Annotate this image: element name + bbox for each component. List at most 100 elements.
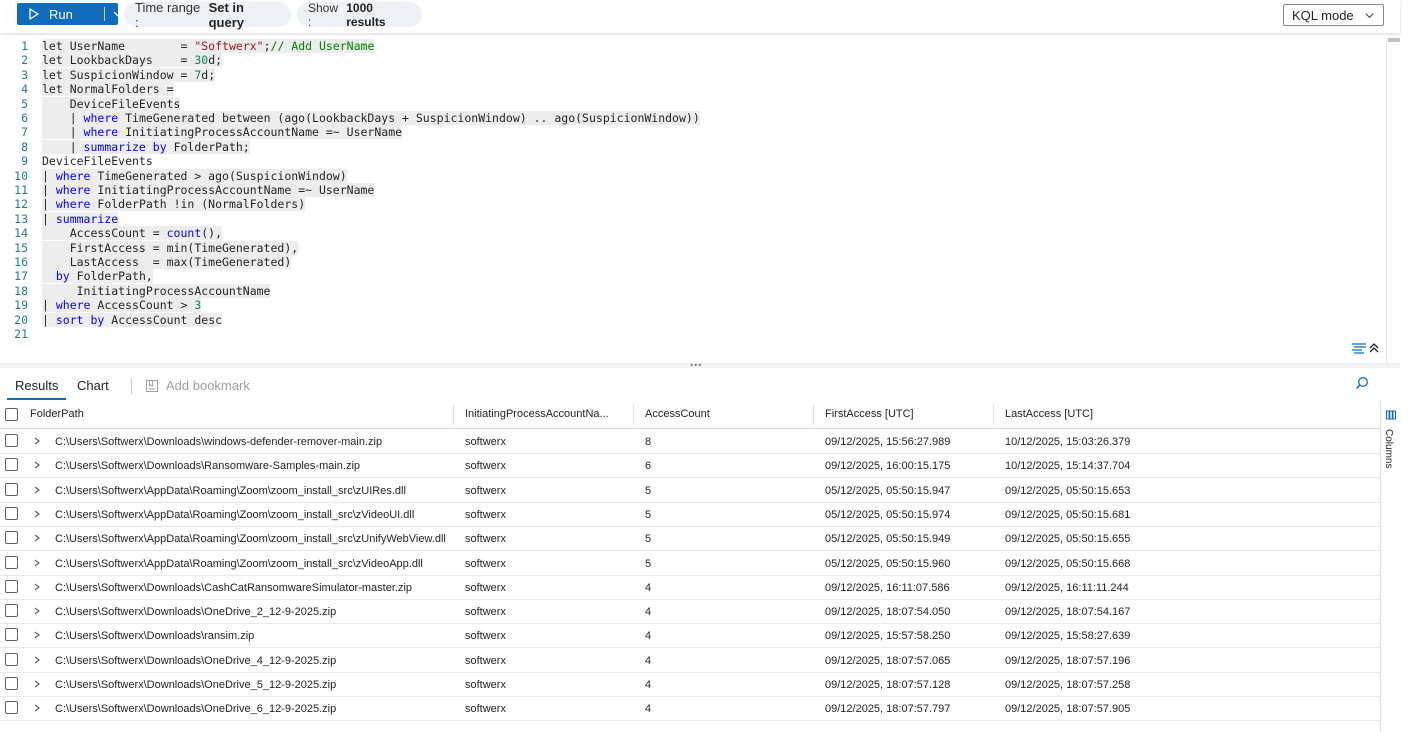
add-bookmark-button[interactable]: Add bookmark	[145, 378, 250, 393]
code-line[interactable]: 16 LastAccess = max(TimeGenerated)	[0, 255, 1386, 269]
chevron-right-icon[interactable]	[33, 533, 41, 543]
first-access-cell: 05/12/2025, 05:50:15.947	[825, 484, 951, 497]
table-row[interactable]: C:\Users\Softwerx\AppData\Roaming\Zoom\z…	[0, 527, 1380, 552]
code-text: | where FolderPath !in (NormalFolders)	[42, 197, 306, 212]
chevron-right-icon[interactable]	[33, 655, 41, 665]
chevron-right-icon[interactable]	[33, 558, 41, 568]
column-header-account[interactable]: InitiatingProcessAccountNa...	[465, 408, 609, 420]
code-line[interactable]: 9 DeviceFileEvents	[0, 154, 1386, 168]
table-row[interactable]: C:\Users\Softwerx\Downloads\OneDrive_5_1…	[0, 673, 1380, 697]
column-header-firstaccess[interactable]: FirstAccess [UTC]	[825, 408, 914, 420]
code-line[interactable]: 19 | where AccessCount > 3	[0, 298, 1386, 313]
code-token: |	[42, 139, 84, 154]
code-token: |	[42, 183, 56, 197]
chevron-right-icon[interactable]	[33, 460, 41, 470]
account-cell: softwerx	[465, 460, 506, 473]
column-header-lastaccess[interactable]: LastAccess [UTC]	[1005, 408, 1093, 420]
row-checkbox[interactable]	[5, 506, 18, 520]
column-resizer[interactable]	[813, 405, 814, 425]
row-checkbox[interactable]	[5, 434, 18, 447]
tab-results[interactable]: Results	[7, 378, 67, 400]
bookmark-icon	[146, 379, 158, 392]
chevron-right-icon[interactable]	[33, 582, 41, 592]
code-line[interactable]: 21	[0, 327, 1386, 341]
column-resizer[interactable]	[633, 405, 634, 425]
code-line[interactable]: 11 | where InitiatingProcessAccountName =…	[0, 183, 1386, 197]
chevron-right-icon[interactable]	[33, 679, 41, 689]
tab-chart[interactable]: Chart	[77, 378, 109, 393]
code-token: FirstAccess = min(TimeGenerated),	[42, 240, 299, 255]
editor-scrollbar[interactable]	[1386, 38, 1400, 363]
column-header-folderpath[interactable]: FolderPath	[30, 408, 84, 420]
code-line[interactable]: 12 | where FolderPath !in (NormalFolders)	[0, 197, 1386, 212]
column-resizer[interactable]	[453, 405, 454, 425]
code-line[interactable]: 2 let LookbackDays = 30d;	[0, 53, 1386, 68]
format-query-icon[interactable]	[1351, 342, 1367, 354]
chevron-right-icon[interactable]	[33, 606, 41, 616]
table-row[interactable]: C:\Users\Softwerx\Downloads\OneDrive_6_1…	[0, 697, 1380, 722]
result-limit-picker[interactable]: Show : 1000 results	[297, 1, 422, 29]
line-number: 6	[21, 111, 28, 125]
code-line[interactable]: 15 FirstAccess = min(TimeGenerated),	[0, 240, 1386, 255]
code-line[interactable]: 5 DeviceFileEvents	[0, 96, 1386, 111]
row-checkbox[interactable]	[5, 701, 18, 715]
code-line[interactable]: 14 AccessCount = count(),	[0, 226, 1386, 241]
table-row[interactable]: C:\Users\Softwerx\AppData\Roaming\Zoom\z…	[0, 479, 1380, 503]
code-token: AccessCount >	[90, 298, 195, 313]
table-row[interactable]: C:\Users\Softwerx\Downloads\OneDrive_2_1…	[0, 600, 1380, 625]
tab-divider	[131, 378, 132, 394]
table-row[interactable]: C:\Users\Softwerx\AppData\Roaming\Zoom\z…	[0, 503, 1380, 527]
code-line[interactable]: 7 | where InitiatingProcessAccountName =…	[0, 125, 1386, 140]
pane-splitter[interactable]: •••	[0, 360, 1400, 370]
row-checkbox[interactable]	[5, 652, 18, 666]
column-resizer[interactable]	[993, 405, 994, 425]
line-number: 17	[14, 269, 28, 284]
columns-icon	[1386, 410, 1396, 420]
query-mode-dropdown[interactable]: KQL mode	[1283, 4, 1384, 26]
results-grid: FolderPath InitiatingProcessAccountNa...…	[0, 401, 1380, 732]
table-row[interactable]: C:\Users\Softwerx\AppData\Roaming\Zoom\z…	[0, 552, 1380, 576]
row-checkbox[interactable]	[5, 458, 18, 472]
chevron-right-icon[interactable]	[33, 485, 41, 495]
row-checkbox[interactable]	[5, 579, 18, 593]
row-checkbox[interactable]	[5, 604, 18, 618]
code-line[interactable]: 17 by FolderPath,	[0, 269, 1386, 284]
code-line[interactable]: 4 let NormalFolders =	[0, 82, 1386, 97]
splitter-grip-icon[interactable]: •••	[690, 360, 702, 370]
chevron-right-icon[interactable]	[33, 509, 41, 519]
code-line[interactable]: 3 let SuspicionWindow = 7d;	[0, 67, 1386, 82]
select-all-checkbox[interactable]	[5, 408, 18, 421]
code-line[interactable]: 10 | where TimeGenerated > ago(SuspicionW…	[0, 168, 1386, 183]
row-checkbox[interactable]	[5, 531, 18, 545]
chevron-right-icon[interactable]	[33, 703, 41, 713]
row-checkbox[interactable]	[5, 677, 18, 690]
query-editor[interactable]: 1 let UserName = "Softwerx";// Add UserNa…	[0, 38, 1400, 363]
first-access-cell: 09/12/2025, 18:07:57.065	[825, 654, 951, 667]
code-line[interactable]: 13 | summarize	[0, 211, 1386, 226]
scrollbar-thumb[interactable]	[1388, 38, 1400, 42]
table-row[interactable]: C:\Users\Softwerx\Downloads\Ransomware-S…	[0, 454, 1380, 479]
code-line[interactable]: 1 let UserName = "Softwerx";// Add UserNa…	[0, 39, 1386, 53]
row-checkbox[interactable]	[5, 555, 18, 569]
run-button[interactable]: Run	[17, 3, 123, 25]
table-row[interactable]: C:\Users\Softwerx\Downloads\windows-defe…	[0, 430, 1380, 454]
search-icon[interactable]	[1355, 376, 1369, 390]
code-line[interactable]: 20 | sort by AccessCount desc	[0, 312, 1386, 327]
chevron-right-icon[interactable]	[33, 630, 41, 640]
time-range-picker[interactable]: Time range : Set in query	[124, 0, 291, 30]
columns-side-panel[interactable]: Columns	[1380, 401, 1400, 732]
table-row[interactable]: C:\Users\Softwerx\Downloads\ransim.zip so…	[0, 624, 1380, 649]
column-header-accesscount[interactable]: AccessCount	[645, 408, 710, 420]
code-line[interactable]: 18 InitiatingProcessAccountName	[0, 283, 1386, 298]
table-row[interactable]: C:\Users\Softwerx\Downloads\OneDrive_4_1…	[0, 649, 1380, 673]
chevron-right-icon[interactable]	[33, 436, 41, 446]
collapse-editor-icon[interactable]	[1369, 342, 1379, 354]
code-text: DeviceFileEvents	[42, 96, 181, 111]
row-checkbox[interactable]	[5, 482, 18, 496]
row-checkbox[interactable]	[5, 628, 18, 642]
table-row[interactable]: C:\Users\Softwerx\Downloads\CashCatRanso…	[0, 576, 1380, 600]
code-line[interactable]: 6 | where TimeGenerated between (ago(Loo…	[0, 111, 1386, 125]
code-token: let LookbackDays =	[42, 53, 195, 68]
code-line[interactable]: 8 | summarize by FolderPath;	[0, 139, 1386, 154]
chevron-down-icon[interactable]	[112, 8, 124, 20]
